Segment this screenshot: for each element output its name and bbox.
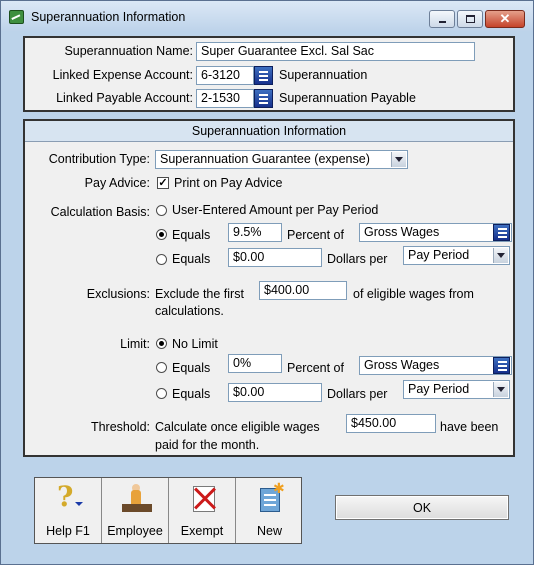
calc-percent-base-dropdown[interactable]: Gross Wages: [359, 223, 512, 242]
app-icon: [9, 10, 24, 24]
super-name-label: Superannuation Name:: [64, 44, 193, 58]
chevron-down-icon[interactable]: [391, 152, 406, 167]
calc-user-entered-label: User-Entered Amount per Pay Period: [172, 203, 379, 217]
exclusions-text-3: calculations.: [155, 304, 224, 318]
limit-dollars-period-dropdown[interactable]: Pay Period: [403, 380, 510, 399]
help-button-label: Help F1: [46, 524, 90, 538]
threshold-text-2: have been: [440, 420, 499, 434]
employee-icon: [122, 484, 152, 514]
limit-none-label: No Limit: [172, 337, 218, 351]
limit-percent-field[interactable]: 0%: [228, 354, 282, 373]
limit-percent-equals-label: Equals: [172, 361, 211, 375]
limit-percent-radio[interactable]: [156, 362, 167, 373]
expense-account-name: Superannuation: [279, 68, 368, 82]
bottom-toolbar: ? Help F1 Employee Exempt ✱ New: [34, 477, 302, 544]
calc-dollars-field[interactable]: $0.00: [228, 248, 322, 267]
minimize-button[interactable]: [429, 10, 455, 28]
limit-percent-base-value: Gross Wages: [364, 358, 440, 372]
calc-percent-base-value: Gross Wages: [364, 225, 440, 239]
threshold-text: Calculate once eligible wages: [155, 420, 320, 434]
calc-percent-radio[interactable]: [156, 229, 167, 240]
contribution-type-label: Contribution Type:: [48, 152, 150, 166]
calc-user-entered-radio[interactable]: [156, 205, 167, 216]
window-title: Superannuation Information: [31, 10, 186, 24]
limit-percent-base-dropdown[interactable]: Gross Wages: [359, 356, 512, 375]
exempt-icon: [189, 484, 217, 514]
calc-dollars-radio[interactable]: [156, 254, 167, 265]
pay-advice-label: Pay Advice:: [84, 176, 150, 190]
limit-none-radio[interactable]: [156, 338, 167, 349]
chevron-down-icon[interactable]: [493, 382, 508, 397]
exclusions-text: Exclude the first: [155, 287, 244, 301]
employee-button-label: Employee: [107, 524, 163, 538]
limit-dollars-period-value: Pay Period: [408, 382, 470, 396]
limit-dollars-radio[interactable]: [156, 388, 167, 399]
threshold-field[interactable]: $450.00: [346, 414, 436, 433]
expense-account-field[interactable]: 6-3120: [196, 66, 254, 85]
calc-percent-of-label: Percent of: [287, 228, 344, 242]
help-button[interactable]: ? Help F1: [35, 478, 102, 543]
minimize-icon: [439, 21, 446, 23]
section-header: Superannuation Information: [25, 121, 513, 142]
limit-dollars-per-label: Dollars per: [327, 387, 388, 401]
super-name-field[interactable]: Super Guarantee Excl. Sal Sac: [196, 42, 475, 61]
superannuation-info-panel: Superannuation Information Contribution …: [23, 119, 515, 457]
payable-account-field[interactable]: 2-1530: [196, 89, 254, 108]
calc-dollars-period-dropdown[interactable]: Pay Period: [403, 246, 510, 265]
limit-dollars-equals-label: Equals: [172, 387, 211, 401]
threshold-text-3: paid for the month.: [155, 438, 260, 452]
calc-dollars-period-value: Pay Period: [408, 248, 470, 262]
calc-basis-label: Calculation Basis:: [50, 205, 150, 219]
exempt-button-label: Exempt: [180, 524, 224, 538]
maximize-icon: [466, 15, 475, 23]
superannuation-window: Superannuation Information ✕ Superannuat…: [0, 0, 534, 565]
calc-dollars-equals-label: Equals: [172, 252, 211, 266]
contribution-type-dropdown[interactable]: Superannuation Guarantee (expense): [155, 150, 408, 169]
new-button-label: New: [256, 524, 282, 538]
title-bar[interactable]: Superannuation Information ✕: [1, 1, 533, 31]
new-icon: ✱: [256, 480, 285, 514]
maximize-button[interactable]: [457, 10, 483, 28]
payable-account-name: Superannuation Payable: [279, 91, 416, 105]
limit-dollars-field[interactable]: $0.00: [228, 383, 322, 402]
expense-account-label: Linked Expense Account:: [52, 68, 193, 82]
employee-button[interactable]: Employee: [102, 478, 169, 543]
account-panel: Superannuation Name: Super Guarantee Exc…: [23, 36, 515, 112]
exclusions-text-2: of eligible wages from: [353, 287, 474, 301]
limit-percent-of-label: Percent of: [287, 361, 344, 375]
ok-button-label: OK: [412, 501, 432, 515]
payable-lookup-icon[interactable]: [254, 89, 273, 108]
chevron-down-icon[interactable]: [493, 248, 508, 263]
exempt-button[interactable]: Exempt: [169, 478, 236, 543]
ok-button[interactable]: OK: [335, 495, 509, 520]
limit-label: Limit:: [120, 337, 150, 351]
calc-percent-equals-label: Equals: [172, 228, 211, 242]
pay-advice-text: Print on Pay Advice: [174, 176, 283, 190]
list-lookup-icon[interactable]: [493, 224, 510, 241]
threshold-label: Threshold:: [90, 420, 150, 434]
payable-account-label: Linked Payable Account:: [56, 91, 193, 105]
expense-lookup-icon[interactable]: [254, 66, 273, 85]
calc-percent-field[interactable]: 9.5%: [228, 223, 282, 242]
calc-dollars-per-label: Dollars per: [327, 252, 388, 266]
help-icon: ?: [55, 480, 83, 514]
exclusions-label: Exclusions:: [86, 287, 150, 301]
contribution-type-value: Superannuation Guarantee (expense): [160, 152, 370, 166]
new-button[interactable]: ✱ New: [236, 478, 303, 543]
pay-advice-checkbox[interactable]: ✓: [157, 177, 169, 189]
close-icon: ✕: [499, 11, 511, 26]
close-button[interactable]: ✕: [485, 10, 525, 28]
list-lookup-icon[interactable]: [493, 357, 510, 374]
exclusions-field[interactable]: $400.00: [259, 281, 347, 300]
